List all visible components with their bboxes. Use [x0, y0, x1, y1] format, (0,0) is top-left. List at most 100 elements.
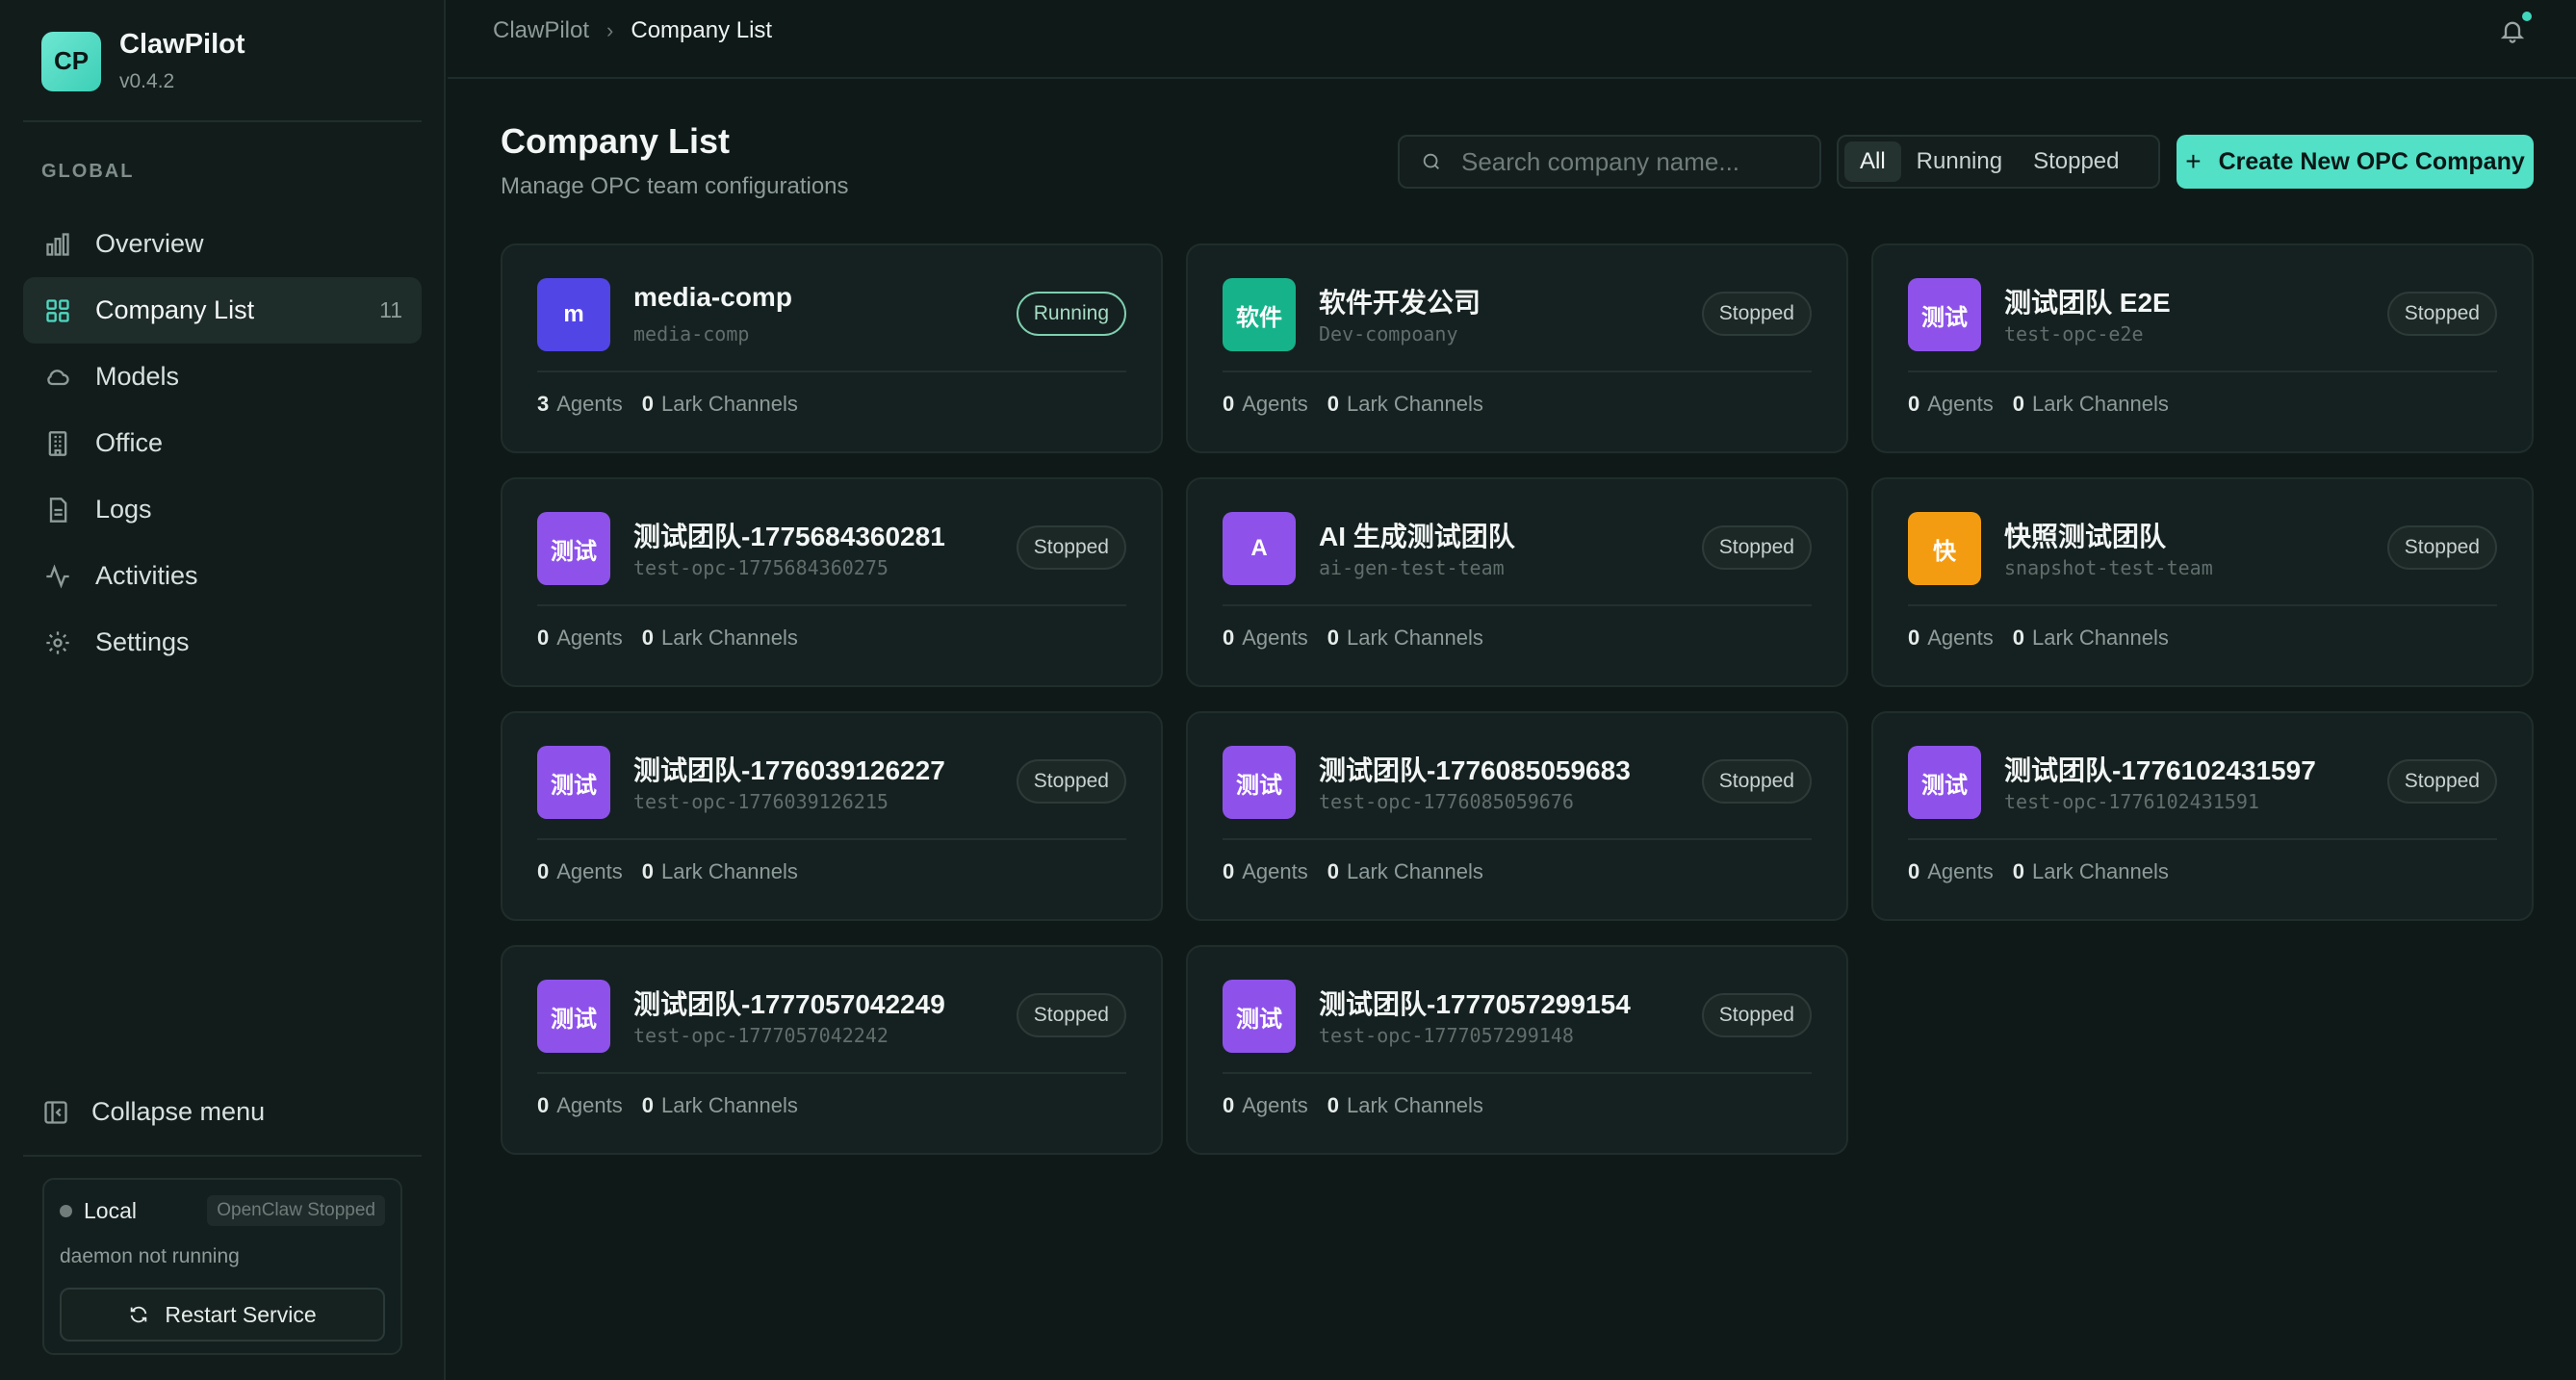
agents-count: 0 — [537, 626, 550, 650]
company-stats: 0 Agents 0 Lark Channels — [1223, 1093, 1503, 1118]
company-stats: 0 Agents 0 Lark Channels — [1223, 392, 1503, 417]
create-label: Create New OPC Company — [2218, 147, 2525, 175]
company-name: 测试团队-1776085059683 — [1319, 755, 1631, 785]
company-card[interactable]: 测试 测试团队-1776039126227 test-opc-17760391262… — [501, 711, 1163, 921]
card-divider — [1223, 1072, 1812, 1074]
notifications-button[interactable] — [2499, 12, 2532, 44]
company-avatar: 测试 — [1908, 278, 1981, 351]
sidebar-item-activities[interactable]: Activities — [23, 543, 422, 609]
search-input[interactable] — [1461, 146, 1779, 177]
app-name: ClawPilot — [119, 29, 245, 60]
company-slug: test-opc-1777057299148 — [1319, 1024, 1574, 1047]
company-avatar: 测试 — [537, 746, 610, 819]
company-card[interactable]: 测试 测试团队-1775684360281 test-opc-17756843602… — [501, 477, 1163, 687]
status-badge: Stopped — [1701, 292, 1812, 336]
channels-count: 0 — [641, 1093, 654, 1117]
sidebar-item-label: Logs — [95, 495, 152, 524]
sidebar-item-company-list[interactable]: Company List 11 — [23, 277, 422, 344]
status-filter: All Running Stopped — [1837, 135, 2160, 189]
building-icon — [42, 428, 73, 459]
refresh-icon — [131, 1306, 147, 1323]
company-stats: 0 Agents 0 Lark Channels — [537, 1093, 817, 1118]
card-divider — [1223, 371, 1812, 372]
company-stats: 0 Agents 0 Lark Channels — [537, 626, 817, 651]
agents-count: 0 — [1908, 392, 1920, 416]
breadcrumb-root-link[interactable]: ClawPilot — [493, 17, 589, 44]
company-stats: 3 Agents 0 Lark Channels — [537, 392, 817, 417]
sidebar-item-models[interactable]: Models — [23, 344, 422, 410]
collapse-menu-button[interactable]: Collapse menu — [42, 1097, 265, 1127]
company-slug: snapshot-test-team — [2004, 556, 2213, 579]
company-name: media-comp — [633, 282, 792, 312]
agents-count: 0 — [1908, 626, 1920, 650]
sidebar-item-label: Settings — [95, 627, 190, 656]
agents-count: 0 — [1223, 626, 1235, 650]
agents-count: 3 — [537, 392, 550, 416]
create-company-button[interactable]: + Create New OPC Company — [2177, 135, 2534, 189]
sidebar-item-label: Models — [95, 362, 180, 391]
company-card[interactable]: 软件 软件开发公司 Dev-compoany Stopped 0 Agents 0 Lark … — [1186, 243, 1848, 453]
sidebar-item-label: Overview — [95, 229, 204, 258]
company-card[interactable]: 快快照测试团队 snapshot-test-team Stopped 0 Agents 0… — [1871, 477, 2534, 687]
channels-label: Lark Channels — [2032, 626, 2169, 650]
channels-label: Lark Channels — [2032, 859, 2169, 883]
card-divider — [1908, 838, 2497, 840]
sidebar-item-label: Office — [95, 428, 164, 457]
agents-count: 0 — [1908, 859, 1920, 883]
company-stats: 0 Agents 0 Lark Channels — [1223, 626, 1503, 651]
company-card[interactable]: 测试 测试团队-1777057042249 test-opc-17770570422… — [501, 945, 1163, 1155]
card-divider — [1223, 604, 1812, 606]
agents-count: 0 — [1223, 392, 1235, 416]
sidebar-item-logs[interactable]: Logs — [23, 476, 422, 543]
status-mode: Local — [84, 1197, 137, 1223]
status-badge: Stopped — [1701, 993, 1812, 1037]
company-card[interactable]: 测试 测试团队-1776102431597 test-opc-17761024315… — [1871, 711, 2534, 921]
filter-stopped[interactable]: Stopped — [2018, 141, 2134, 182]
company-slug: test-opc-1777057042242 — [633, 1024, 889, 1047]
plus-icon: + — [2185, 146, 2202, 176]
company-avatar: A — [1223, 512, 1296, 585]
company-card[interactable]: A AI 生成测试团队 ai-gen-test-team Stopped 0 Agents… — [1186, 477, 1848, 687]
status-badge: Stopped — [1701, 759, 1812, 804]
company-avatar: 测试 — [537, 980, 610, 1053]
company-card[interactable]: 测试 测试团队-1777057299154 test-opc-17770572991… — [1186, 945, 1848, 1155]
sidebar: CP ClawPilot v0.4.2 GLOBAL Overview Comp… — [0, 0, 446, 1380]
channels-count: 0 — [1327, 859, 1339, 883]
channels-label: Lark Channels — [1347, 392, 1483, 416]
channels-label: Lark Channels — [1347, 859, 1483, 883]
sidebar-item-office[interactable]: Office — [23, 410, 422, 476]
status-dot — [60, 1204, 72, 1217]
company-card[interactable]: 测试 测试团队 E2E test-opc-e2e Stopped 0 Agents 0 Lar… — [1871, 243, 2534, 453]
sidebar-item-overview[interactable]: Overview — [23, 211, 422, 277]
company-avatar: 测试 — [1223, 746, 1296, 819]
app-version: v0.4.2 — [119, 70, 175, 92]
page-title: Company List — [501, 121, 731, 161]
sidebar-item-settings[interactable]: Settings — [23, 609, 422, 676]
brand[interactable]: CP ClawPilot v0.4.2 — [41, 29, 245, 93]
filter-all[interactable]: All — [1844, 141, 1901, 182]
sidebar-divider — [23, 120, 422, 122]
status-badge: Stopped — [1016, 993, 1126, 1037]
company-stats: 0 Agents 0 Lark Channels — [537, 859, 817, 884]
channels-label: Lark Channels — [661, 626, 798, 650]
agents-label: Agents — [1242, 626, 1308, 650]
company-avatar: 测试 — [1908, 746, 1981, 819]
breadcrumb-current: Company List — [631, 17, 773, 43]
company-stats: 0 Agents 0 Lark Channels — [1908, 626, 2188, 651]
agents-label: Agents — [1927, 859, 1994, 883]
company-card[interactable]: 测试 测试团队-1776085059683 test-opc-17760850596… — [1186, 711, 1848, 921]
channels-label: Lark Channels — [661, 1093, 798, 1117]
company-name: 测试团队-1776039126227 — [633, 755, 945, 785]
company-card[interactable]: m media-comp media-comp Running 3 Agents 0 Lark… — [501, 243, 1163, 453]
company-slug: test-opc-1776039126215 — [633, 790, 889, 813]
gear-icon — [42, 627, 73, 658]
agents-label: Agents — [556, 1093, 623, 1117]
filter-running[interactable]: Running — [1901, 141, 2018, 182]
company-avatar: 测试 — [537, 512, 610, 585]
company-name: 测试团队-1776102431597 — [2004, 755, 2316, 785]
card-divider — [537, 604, 1126, 606]
company-slug: Dev-compoany — [1319, 322, 1458, 345]
company-stats: 0 Agents 0 Lark Channels — [1908, 859, 2188, 884]
restart-service-button[interactable]: Restart Service — [60, 1288, 385, 1342]
channels-label: Lark Channels — [661, 392, 798, 416]
